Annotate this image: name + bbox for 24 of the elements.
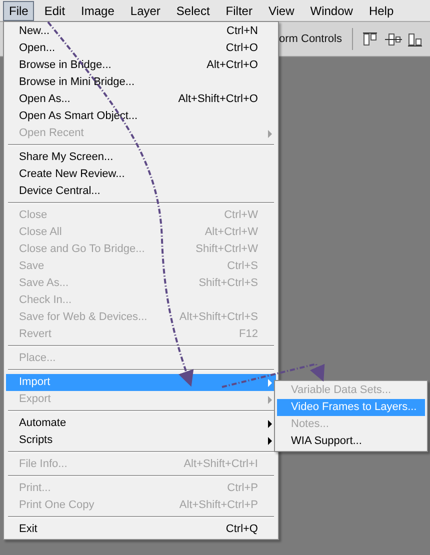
menu-item[interactable]: Open As Smart Object... bbox=[6, 108, 276, 125]
align-icon[interactable] bbox=[362, 32, 380, 46]
menu-item[interactable]: New... Ctrl+N bbox=[6, 23, 276, 40]
menu-item[interactable]: Open As... Alt+Shift+Ctrl+O bbox=[6, 91, 276, 108]
menu-bar-item[interactable]: Window bbox=[304, 0, 359, 20]
menu-bar-item[interactable]: File bbox=[3, 0, 34, 20]
align-icon[interactable] bbox=[408, 32, 424, 46]
menu-item[interactable]: Create New Review... bbox=[6, 166, 276, 183]
align-icon[interactable] bbox=[385, 32, 402, 46]
toolbar-label: orm Controls bbox=[279, 32, 342, 47]
menu-item[interactable]: Open... Ctrl+O bbox=[6, 40, 276, 57]
menu-bar-item[interactable]: Select bbox=[170, 0, 216, 20]
menu-item[interactable]: Browse in Mini Bridge... bbox=[6, 74, 276, 91]
menu-bar-item[interactable]: Edit bbox=[38, 0, 72, 20]
menu-bar-item[interactable]: View bbox=[262, 0, 300, 20]
submenu-item[interactable]: WIA Support... bbox=[277, 433, 425, 450]
menu-item[interactable]: Exit Ctrl+Q bbox=[6, 521, 276, 538]
menu-item[interactable]: Share My Screen... bbox=[6, 149, 276, 166]
menu-bar-item[interactable]: Filter bbox=[220, 0, 258, 20]
menu-bar-item[interactable]: Help bbox=[362, 0, 400, 20]
menu-item[interactable]: Device Central... bbox=[6, 183, 276, 200]
menu-bar-item[interactable]: Image bbox=[75, 0, 120, 20]
menu-bar-item[interactable]: Layer bbox=[124, 0, 166, 20]
menu-item[interactable]: Browse in Bridge... Alt+Ctrl+O bbox=[6, 57, 276, 74]
